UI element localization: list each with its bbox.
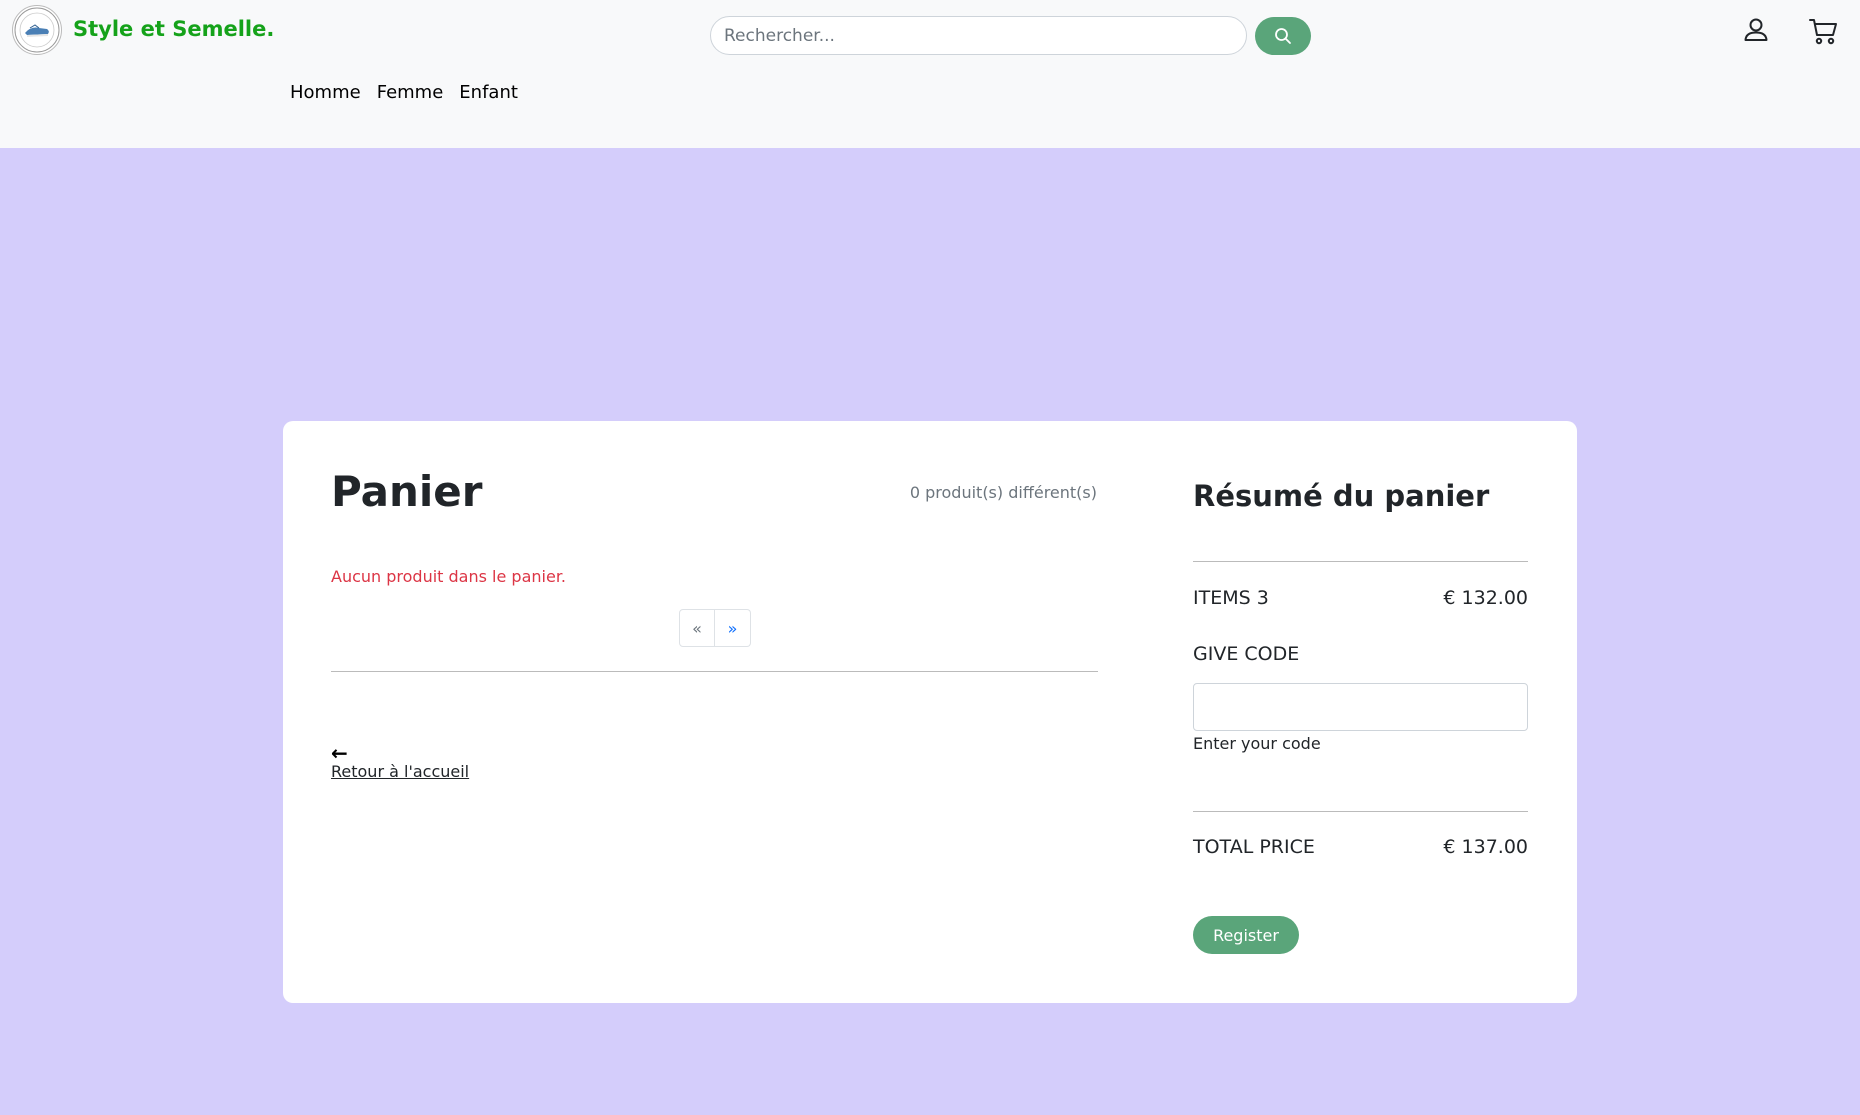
search-input[interactable]	[710, 16, 1247, 55]
pagination: « »	[679, 609, 751, 647]
items-label: ITEMS 3	[1193, 587, 1269, 609]
pagination-prev[interactable]: «	[679, 609, 715, 647]
register-button[interactable]: Register	[1193, 916, 1299, 954]
items-value: € 132.00	[1443, 587, 1528, 609]
cart-card: Panier 0 produit(s) différent(s) Aucun p…	[283, 421, 1577, 1003]
empty-cart-message: Aucun produit dans le panier.	[331, 567, 567, 586]
nav-homme[interactable]: Homme	[290, 82, 361, 103]
summary-divider	[1193, 561, 1528, 562]
brand-name[interactable]: Style et Semelle.	[73, 17, 274, 41]
cart-icon[interactable]	[1808, 16, 1838, 46]
total-value: € 137.00	[1443, 836, 1528, 858]
back-to-home-link[interactable]: Retour à l'accueil	[331, 762, 469, 781]
brand-logo[interactable]	[12, 5, 62, 55]
search-icon	[1275, 28, 1291, 44]
nav-femme[interactable]: Femme	[377, 82, 444, 103]
summary-divider	[1193, 811, 1528, 812]
code-help-text: Enter your code	[1193, 734, 1321, 753]
page-title: Panier	[331, 467, 483, 516]
total-label: TOTAL PRICE	[1193, 836, 1315, 858]
search-button[interactable]	[1255, 17, 1311, 55]
nav-enfant[interactable]: Enfant	[459, 82, 518, 103]
main-nav: Homme Femme Enfant	[290, 82, 518, 103]
product-count: 0 produit(s) différent(s)	[909, 483, 1097, 502]
divider	[331, 671, 1098, 672]
pagination-next[interactable]: »	[715, 609, 751, 647]
promo-code-input[interactable]	[1193, 683, 1528, 731]
summary-title: Résumé du panier	[1193, 479, 1490, 513]
code-label: GIVE CODE	[1193, 643, 1300, 665]
top-navbar: Style et Semelle. Homme Femme Enfant	[0, 0, 1860, 148]
user-icon[interactable]	[1742, 16, 1770, 44]
